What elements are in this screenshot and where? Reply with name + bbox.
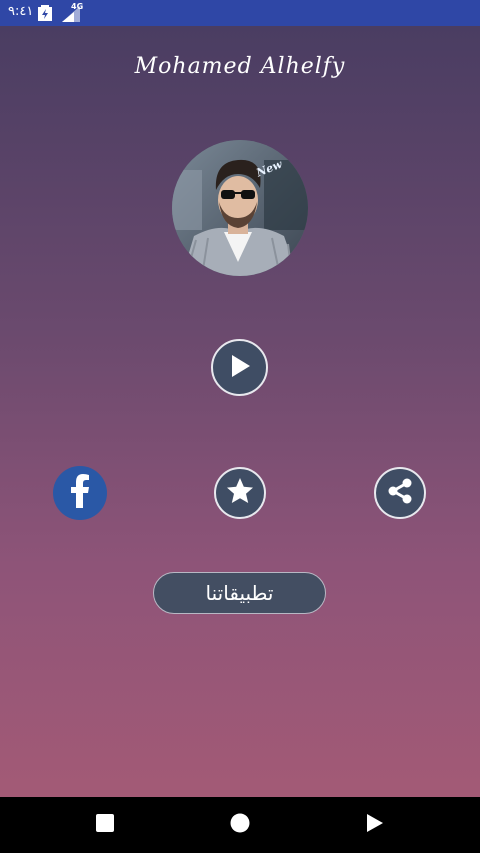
recents-button[interactable]	[75, 797, 135, 853]
status-bar: ٩:٤١ 4G	[0, 0, 480, 26]
our-apps-button[interactable]: تطبيقاتنا	[153, 572, 326, 614]
home-circle-icon	[230, 813, 250, 837]
status-time: ٩:٤١	[8, 4, 34, 19]
recents-square-icon	[96, 814, 114, 836]
back-button[interactable]	[345, 797, 405, 853]
back-triangle-icon	[366, 813, 384, 837]
facebook-button[interactable]	[53, 466, 107, 520]
share-button[interactable]	[374, 467, 426, 519]
navigation-bar	[0, 797, 480, 853]
play-icon	[229, 354, 251, 382]
facebook-icon	[69, 474, 91, 512]
network-type: 4G	[71, 2, 84, 11]
home-button[interactable]	[210, 797, 270, 853]
share-icon	[385, 476, 415, 510]
app-title: Mohamed Alhelfy	[134, 54, 346, 79]
play-button[interactable]	[211, 339, 268, 396]
avatar: New	[172, 140, 308, 276]
main-screen: Mohamed Alhelfy New تطبيقاتنا	[0, 26, 480, 797]
battery-charging-icon	[38, 5, 52, 21]
star-icon	[225, 476, 255, 510]
rate-button[interactable]	[214, 467, 266, 519]
